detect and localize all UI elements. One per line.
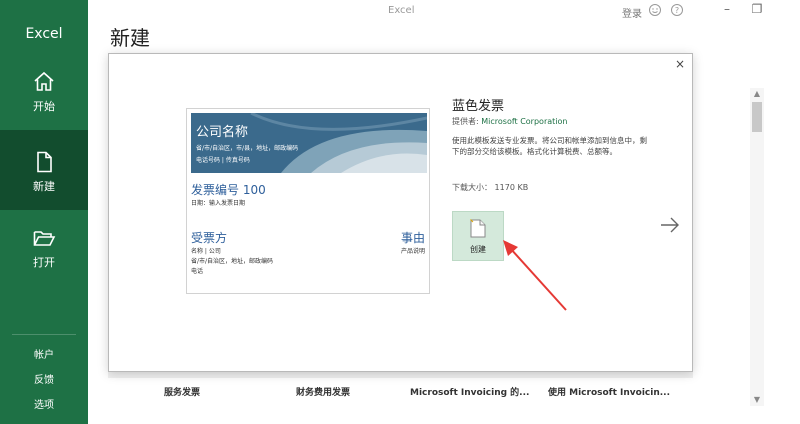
minimize-icon[interactable]: – xyxy=(718,1,736,17)
preview-address: 省/市/自治区，市/县，地址，邮政编码 xyxy=(196,145,299,152)
template-description: 使用此模板发送专业发票。将公司和帐单添加到信息中，剩下的部分交给该模板。格式化计… xyxy=(452,136,647,156)
sidebar-link-options[interactable]: 选项 xyxy=(0,396,88,411)
sidebar-item-new[interactable]: 新建 xyxy=(0,130,88,210)
page-title: 新建 xyxy=(110,26,150,50)
download-size-label: 下载大小： xyxy=(452,183,492,192)
new-document-icon xyxy=(37,151,52,173)
scroll-up-icon[interactable]: ▲ xyxy=(750,88,764,100)
sidebar-link-account[interactable]: 帐户 xyxy=(0,346,88,361)
preview-name-company: 名称 | 公司 xyxy=(191,248,221,255)
preview-phone2: 电话 xyxy=(191,268,204,275)
download-size-value: 1170 KB xyxy=(494,183,529,192)
preview-bill-to: 受票方 xyxy=(191,231,228,245)
help-icon[interactable]: ? xyxy=(670,3,684,17)
sidebar-item-label: 开始 xyxy=(33,100,55,113)
provider-label: 提供者: xyxy=(452,117,479,126)
sidebar: Excel 开始 新建 打开 帐户 反馈 选项 xyxy=(0,0,88,424)
preview-date: 日期：输入发票日期 xyxy=(191,200,246,207)
create-button-label: 创建 xyxy=(470,245,486,254)
create-button[interactable]: 创建 xyxy=(452,211,504,261)
vertical-scrollbar[interactable]: ▲ ▼ xyxy=(750,88,764,406)
gallery-caption[interactable]: Microsoft Invoicing 的... xyxy=(410,385,529,398)
template-preview-dialog: × 公司名称 省/市/自治区，市/县，地址，邮政编码 电话号码 | 传真号码 发… xyxy=(108,53,693,372)
preview-subject: 事由 xyxy=(401,231,426,245)
template-preview-image: 公司名称 省/市/自治区，市/县，地址，邮政编码 电话号码 | 传真号码 发票编… xyxy=(186,108,430,294)
window-title: Excel xyxy=(388,5,415,16)
preview-phone: 电话号码 | 传真号码 xyxy=(196,157,250,164)
sidebar-divider xyxy=(12,334,76,335)
svg-text:?: ? xyxy=(675,6,679,15)
sidebar-item-label: 打开 xyxy=(33,256,55,269)
download-size: 下载大小： 1170 KB xyxy=(452,182,528,193)
preview-company: 公司名称 xyxy=(196,125,249,140)
new-file-icon xyxy=(470,219,486,238)
scroll-thumb[interactable] xyxy=(752,102,762,132)
app-name: Excel xyxy=(25,26,63,42)
gallery-caption[interactable]: 财务费用发票 xyxy=(296,385,350,398)
sidebar-item-label: 新建 xyxy=(33,180,55,193)
sidebar-link-feedback[interactable]: 反馈 xyxy=(0,371,88,386)
gallery-caption[interactable]: 服务发票 xyxy=(164,385,200,398)
template-title: 蓝色发票 xyxy=(452,99,505,114)
provider-name: Microsoft Corporation xyxy=(481,117,568,126)
close-icon[interactable]: × xyxy=(672,56,688,72)
arrow-right-icon[interactable] xyxy=(659,214,681,236)
template-provider: 提供者: Microsoft Corporation xyxy=(452,116,567,127)
sidebar-item-open[interactable]: 打开 xyxy=(0,218,88,298)
restore-icon[interactable]: ❐ xyxy=(748,1,766,17)
open-folder-icon xyxy=(33,231,56,246)
preview-product-desc: 产品说明 xyxy=(401,248,426,255)
preview-address2: 省/市/自治区，地址，邮政编码 xyxy=(191,258,274,265)
smiley-icon[interactable] xyxy=(648,3,662,17)
signin-link[interactable]: 登录 xyxy=(622,5,642,20)
gallery-caption[interactable]: 使用 Microsoft Invoicin... xyxy=(548,385,670,398)
preview-banner: 公司名称 省/市/自治区，市/县，地址，邮政编码 电话号码 | 传真号码 xyxy=(191,113,427,173)
template-gallery xyxy=(108,372,693,378)
preview-invoice-number: 发票编号 100 xyxy=(191,183,266,197)
scroll-down-icon[interactable]: ▼ xyxy=(750,394,764,406)
home-icon xyxy=(34,71,54,91)
